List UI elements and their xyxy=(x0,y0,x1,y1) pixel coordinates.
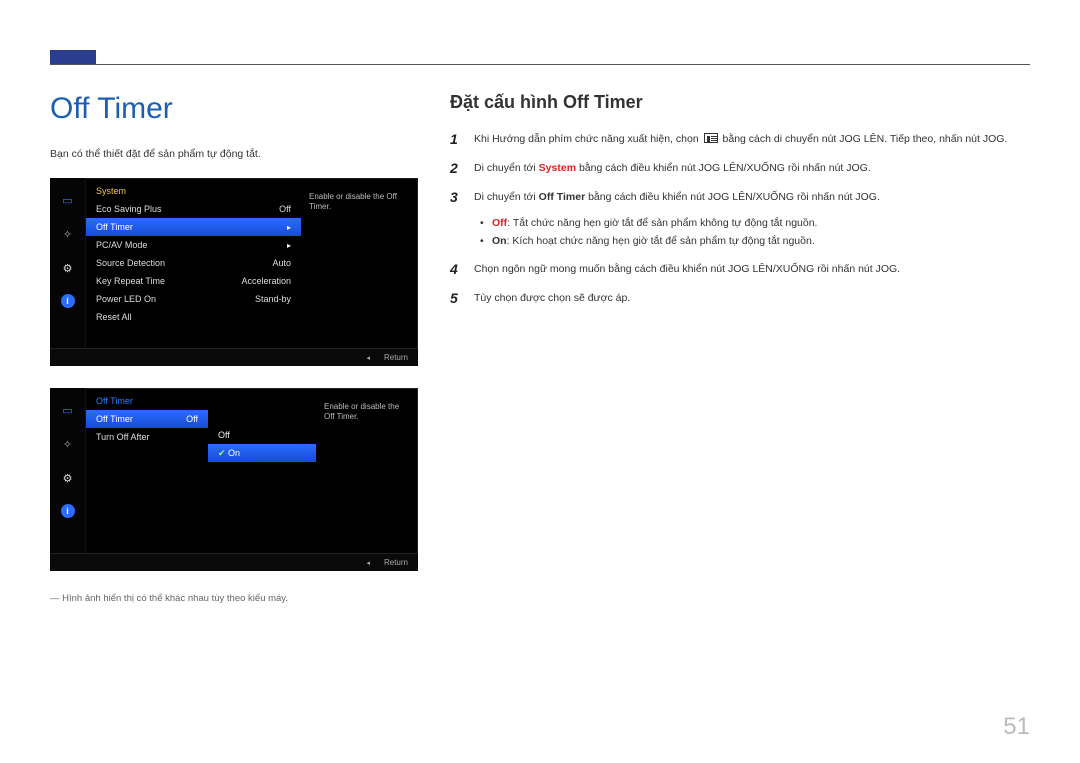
label-on: On xyxy=(492,235,507,247)
picture-icon: ▭ xyxy=(60,192,76,208)
header-rule xyxy=(50,64,1030,65)
left-column: Off Timer Bạn có thể thiết đặt để sản ph… xyxy=(50,92,430,604)
keyword-off-timer: Off Timer xyxy=(539,191,585,203)
target-icon: ✧ xyxy=(60,226,76,242)
osd-tooltip: Enable or disable the Off Timer. xyxy=(301,186,418,348)
row-label: Off Timer xyxy=(96,414,133,424)
step-body: Di chuyển tới System bằng cách điều khiể… xyxy=(474,160,871,177)
step-3: 3 Di chuyển tới Off Timer bằng cách điều… xyxy=(450,189,1030,206)
option-on[interactable]: ✔ On xyxy=(208,444,316,462)
row-value: Acceleration xyxy=(241,276,291,286)
intro-text: Bạn có thể thiết đặt để sản phẩm tự động… xyxy=(50,148,430,160)
page-number: 51 xyxy=(1003,713,1030,741)
gear-icon: ⚙ xyxy=(60,470,76,486)
return-label[interactable]: Return xyxy=(384,353,408,362)
osd-tooltip: Enable or disable the Off Timer. xyxy=(316,396,418,553)
menu-power-led-on[interactable]: Power LED On Stand-by xyxy=(86,290,301,308)
page-container: Off Timer Bạn có thể thiết đặt để sản ph… xyxy=(0,0,1080,763)
row-label: Eco Saving Plus xyxy=(96,204,162,214)
step-number: 3 xyxy=(450,189,474,206)
osd-system-menu: ▭ ✧ ⚙ i System Eco Saving Plus Off Off Ti… xyxy=(50,178,418,366)
bullet-list: Off: Tắt chức năng hẹn giờ tắt để sản ph… xyxy=(480,217,1030,247)
back-icon: ◂ xyxy=(366,354,370,362)
step-body: Chọn ngôn ngữ mong muốn bằng cách điều k… xyxy=(474,261,900,278)
osd-off-timer-menu: ▭ ✧ ⚙ i Off Timer Off Timer Off Turn Off … xyxy=(50,388,418,571)
osd-option-popup: Off ✔ On xyxy=(208,426,316,553)
label-off: Off xyxy=(492,217,507,229)
text: Di chuyển tới xyxy=(474,191,539,203)
row-value: Auto xyxy=(272,258,291,268)
back-icon: ◂ xyxy=(366,559,370,567)
step-body: Khi Hướng dẫn phím chức năng xuất hiện, … xyxy=(474,131,1007,148)
footnote: ― Hình ảnh hiển thị có thể khác nhau tùy… xyxy=(50,593,430,604)
osd-footer: ◂ Return xyxy=(50,553,418,571)
content: Off Timer Bạn có thể thiết đặt để sản ph… xyxy=(50,92,1030,604)
step-body: Tùy chọn được chọn sẽ được áp. xyxy=(474,290,630,307)
target-icon: ✧ xyxy=(60,436,76,452)
info-icon: i xyxy=(61,504,75,518)
option-label: Off xyxy=(218,430,230,440)
menu-icon xyxy=(704,133,718,143)
keyword-system: System xyxy=(539,162,576,174)
text: : Tắt chức năng hẹn giờ tắt để sản phẩm … xyxy=(507,217,817,229)
row-label: Off Timer xyxy=(96,222,133,232)
row-label: PC/AV Mode xyxy=(96,240,147,250)
osd-footer: ◂ Return xyxy=(50,348,418,366)
menu-reset-all[interactable]: Reset All xyxy=(86,308,301,326)
step-number: 5 xyxy=(450,290,474,307)
menu-source-detection[interactable]: Source Detection Auto xyxy=(86,254,301,272)
osd-sidebar: ▭ ✧ ⚙ i xyxy=(50,388,86,553)
page-title: Off Timer xyxy=(50,92,430,126)
osd-title: Off Timer xyxy=(86,396,208,410)
row-label: Source Detection xyxy=(96,258,165,268)
row-label: Key Repeat Time xyxy=(96,276,165,286)
row-value: Off xyxy=(186,414,198,424)
text: bằng cách điều khiển nút JOG LÊN/XUỐNG r… xyxy=(576,162,871,174)
row-label: Turn Off After xyxy=(96,432,150,442)
row-label: Power LED On xyxy=(96,294,156,304)
step-4: 4 Chọn ngôn ngữ mong muốn bằng cách điều… xyxy=(450,261,1030,278)
menu-off-timer[interactable]: Off Timer Off xyxy=(86,410,208,428)
text: bằng cách điều khiển nút JOG LÊN/XUỐNG r… xyxy=(585,191,880,203)
chevron-right-icon: ▸ xyxy=(287,223,291,232)
step-2: 2 Di chuyển tới System bằng cách điều kh… xyxy=(450,160,1030,177)
step-number: 1 xyxy=(450,131,474,148)
steps-list: 1 Khi Hướng dẫn phím chức năng xuất hiện… xyxy=(450,131,1030,205)
text: : Kích hoạt chức năng hẹn giờ tắt để sản… xyxy=(507,235,815,247)
osd-title: System xyxy=(86,186,301,200)
menu-off-timer[interactable]: Off Timer ▸ xyxy=(86,218,301,236)
step-number: 2 xyxy=(450,160,474,177)
option-label: On xyxy=(228,448,240,458)
row-label: Reset All xyxy=(96,312,132,322)
info-icon: i xyxy=(61,294,75,308)
steps-list-cont: 4 Chọn ngôn ngữ mong muốn bằng cách điều… xyxy=(450,261,1030,307)
osd-menu-list: Off Timer Off Timer Off Turn Off After xyxy=(86,396,208,553)
gear-icon: ⚙ xyxy=(60,260,76,276)
section-heading: Đặt cấu hình Off Timer xyxy=(450,92,1030,113)
menu-pc-av-mode[interactable]: PC/AV Mode ▸ xyxy=(86,236,301,254)
header-accent xyxy=(50,50,96,64)
bullet-on: On: Kích hoạt chức năng hẹn giờ tắt để s… xyxy=(480,235,1030,247)
option-off[interactable]: Off xyxy=(208,426,316,444)
osd-menu-list: System Eco Saving Plus Off Off Timer ▸ PC/… xyxy=(86,186,301,348)
step-body: Di chuyển tới Off Timer bằng cách điều k… xyxy=(474,189,880,206)
row-value: Off xyxy=(279,204,291,214)
text: bằng cách di chuyển nút JOG LÊN. Tiếp th… xyxy=(723,133,1008,145)
osd-sidebar: ▭ ✧ ⚙ i xyxy=(50,178,86,348)
right-column: Đặt cấu hình Off Timer 1 Khi Hướng dẫn p… xyxy=(430,92,1030,604)
step-number: 4 xyxy=(450,261,474,278)
menu-key-repeat-time[interactable]: Key Repeat Time Acceleration xyxy=(86,272,301,290)
check-icon: ✔ xyxy=(218,448,228,459)
picture-icon: ▭ xyxy=(60,402,76,418)
menu-turn-off-after[interactable]: Turn Off After xyxy=(86,428,208,446)
menu-eco-saving-plus[interactable]: Eco Saving Plus Off xyxy=(86,200,301,218)
return-label[interactable]: Return xyxy=(384,558,408,567)
chevron-right-icon: ▸ xyxy=(287,241,291,250)
text: Di chuyển tới xyxy=(474,162,539,174)
step-5: 5 Tùy chọn được chọn sẽ được áp. xyxy=(450,290,1030,307)
text: Khi Hướng dẫn phím chức năng xuất hiện, … xyxy=(474,133,702,145)
step-1: 1 Khi Hướng dẫn phím chức năng xuất hiện… xyxy=(450,131,1030,148)
bullet-off: Off: Tắt chức năng hẹn giờ tắt để sản ph… xyxy=(480,217,1030,229)
row-value: Stand-by xyxy=(255,294,291,304)
